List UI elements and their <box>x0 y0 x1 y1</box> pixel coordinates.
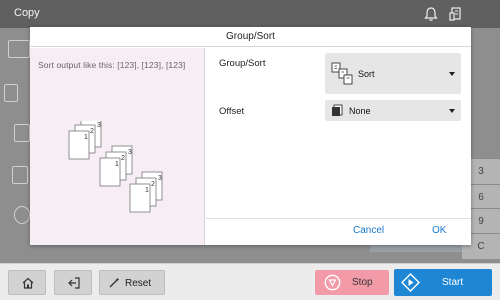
sheet-number: 2 <box>151 181 155 188</box>
background-function-button <box>14 124 30 142</box>
start-button[interactable]: Start <box>394 269 492 296</box>
home-icon <box>22 277 34 289</box>
background-function-button <box>4 84 18 102</box>
sheet-number: 3 <box>97 122 101 129</box>
offset-label: Offset <box>219 106 245 117</box>
offset-value: None <box>349 106 371 116</box>
start-label: Start <box>442 277 464 288</box>
sheet-number: 1 <box>115 161 119 168</box>
background-function-button <box>8 40 30 58</box>
home-button[interactable] <box>8 270 46 295</box>
sheet-number: 2 <box>121 155 125 162</box>
stop-icon <box>324 274 341 291</box>
bottom-toolbar: Reset Stop Start <box>0 263 500 300</box>
background-function-button <box>12 166 28 184</box>
start-icon <box>401 273 420 292</box>
device-status-icon[interactable] <box>447 5 465 23</box>
logout-icon <box>68 277 80 289</box>
group-sort-value: Sort <box>358 69 375 79</box>
ok-button[interactable]: OK <box>432 225 446 236</box>
group-sort-label: Group/Sort <box>219 58 266 69</box>
offset-select[interactable]: None <box>325 100 461 121</box>
reset-label: Reset <box>125 278 152 289</box>
app-topbar: Copy <box>0 0 500 28</box>
single-page-icon <box>332 104 343 116</box>
page-set: 3 2 1 <box>99 145 133 187</box>
sheet-number: 3 <box>158 175 162 182</box>
cancel-button[interactable]: Cancel <box>353 225 384 236</box>
reset-button[interactable]: Reset <box>99 270 165 295</box>
app-title: Copy <box>14 7 40 19</box>
sort-pages-icon <box>331 62 353 85</box>
dialog-divider <box>206 218 471 219</box>
stop-label: Stop <box>352 277 373 288</box>
page-set: 3 2 1 <box>129 171 163 213</box>
chevron-down-icon <box>449 109 455 113</box>
sheet-number: 2 <box>90 128 94 135</box>
reset-wand-icon <box>109 277 120 288</box>
group-sort-select[interactable]: Sort <box>325 53 461 94</box>
chevron-down-icon <box>449 72 455 76</box>
stop-button[interactable]: Stop <box>315 270 389 295</box>
page-set: 3 2 1 <box>68 121 102 160</box>
output-preview-panel: Sort output like this: [123], [123], [12… <box>30 48 205 245</box>
output-description: Sort output like this: [123], [123], [12… <box>38 60 186 70</box>
background-function-button <box>14 206 30 224</box>
bell-icon[interactable] <box>422 5 440 23</box>
sorted-sets-illustration: 3 2 1 3 2 1 3 2 1 <box>68 121 163 213</box>
sheet-number: 3 <box>128 149 132 156</box>
sheet-number: 1 <box>145 187 149 194</box>
group-sort-dialog: Group/Sort Sort output like this: [123],… <box>30 27 471 245</box>
logout-button[interactable] <box>54 270 92 295</box>
dialog-title: Group/Sort <box>30 27 471 47</box>
sheet-number: 1 <box>84 134 88 141</box>
